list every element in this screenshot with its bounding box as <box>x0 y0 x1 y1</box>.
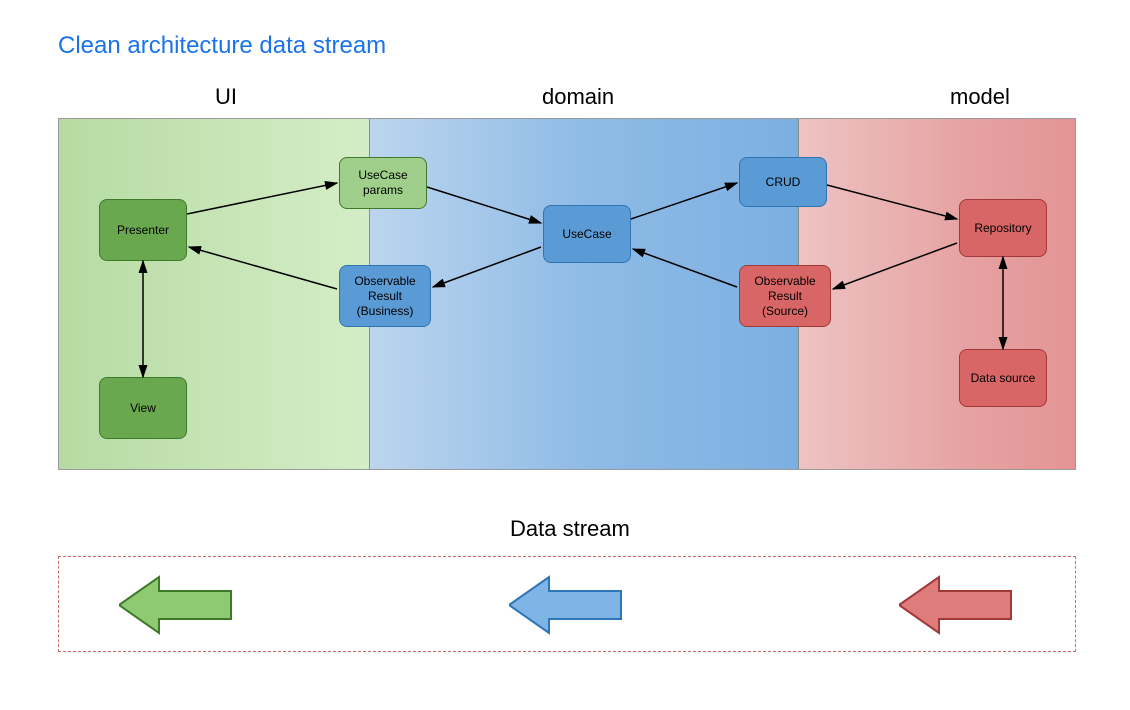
zone-label-domain: domain <box>542 84 614 110</box>
node-label: ObservableResult(Source) <box>754 274 815 319</box>
node-label: Repository <box>974 221 1031 236</box>
zone-label-model: model <box>950 84 1010 110</box>
arrow-left-blue-icon <box>509 569 629 641</box>
node-crud: CRUD <box>739 157 827 207</box>
zone-domain <box>369 119 799 469</box>
arrow-left-green-icon <box>119 569 239 641</box>
node-label: UseCase <box>562 227 611 242</box>
node-observable-source: ObservableResult(Source) <box>739 265 831 327</box>
node-label: View <box>130 401 156 416</box>
node-repository: Repository <box>959 199 1047 257</box>
node-label: Data source <box>971 371 1036 386</box>
node-presenter: Presenter <box>99 199 187 261</box>
node-observable-business: ObservableResult(Business) <box>339 265 431 327</box>
node-view: View <box>99 377 187 439</box>
zone-label-ui: UI <box>215 84 237 110</box>
node-label: UseCaseparams <box>358 168 407 198</box>
node-datasource: Data source <box>959 349 1047 407</box>
node-label: ObservableResult(Business) <box>354 274 415 319</box>
page-title: Clean architecture data stream <box>58 32 386 60</box>
node-usecase: UseCase <box>543 205 631 263</box>
zone-model <box>799 119 1076 469</box>
node-usecase-params: UseCaseparams <box>339 157 427 209</box>
datastream-box <box>58 556 1076 652</box>
datastream-label: Data stream <box>510 516 630 542</box>
node-label: CRUD <box>766 175 801 190</box>
node-label: Presenter <box>117 223 169 238</box>
diagram-frame: Presenter View UseCaseparams ObservableR… <box>58 118 1076 470</box>
arrow-left-red-icon <box>899 569 1019 641</box>
